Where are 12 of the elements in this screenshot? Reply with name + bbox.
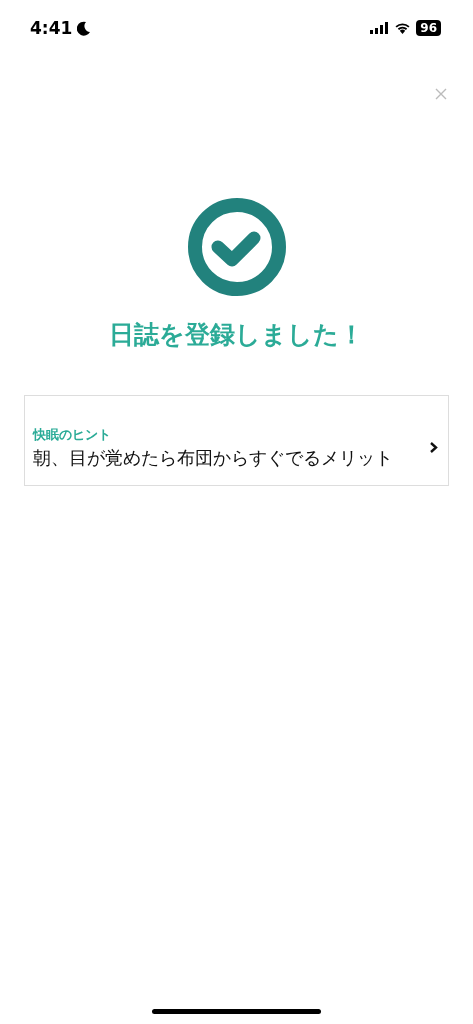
signal-icon	[370, 21, 390, 35]
moon-icon	[77, 20, 92, 36]
status-time: 4:41	[30, 18, 73, 38]
hint-card[interactable]: 快眠のヒント 朝、目が覚めたら布団からすぐでるメリット	[24, 395, 449, 486]
hint-label: 快眠のヒント	[33, 425, 112, 444]
success-title: 日誌を登録しました！	[109, 319, 364, 351]
check-circle-icon	[187, 198, 286, 296]
close-icon[interactable]	[435, 88, 447, 100]
chevron-right-icon	[429, 441, 438, 454]
battery-indicator: 96	[416, 20, 441, 36]
hint-text: 朝、目が覚めたら布団からすぐでるメリット	[33, 445, 393, 470]
wifi-icon	[394, 22, 412, 34]
